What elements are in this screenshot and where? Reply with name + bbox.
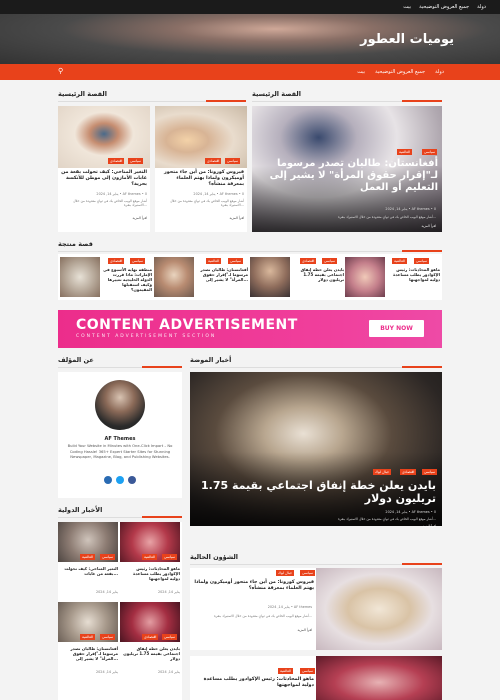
current-card[interactable]: سياسي العالمية ماهو المحادثات: رئيس الإك… [190,656,442,700]
author-bio: Build Your Website in Minutes with One-C… [67,444,173,459]
author-social [104,476,136,484]
main-nav: ⚲ بيت جميع العروض التوضيحية دولة [0,64,500,80]
featured-card[interactable]: سياسي العالمية أفغانستان: طالبان تصدر مر… [252,106,442,232]
author-avatar [95,380,145,430]
selected-strip: سياسي العالمية ماهو المحادثات: رئيس الإك… [58,254,442,300]
topbar-link-home[interactable]: بيت [403,4,411,10]
section-heading-main-stories: القصة الرئيسية [58,90,246,102]
featured-read-more[interactable]: اقرأ المزيد [421,224,436,228]
current-story-title[interactable]: ماهو المحادثات: رئيس الإكوادور يطلب مساع… [194,677,314,689]
side-story-title[interactable]: فيروس كورونا: من أين جاء متحور أوميكرون … [158,170,244,188]
selected-story-title[interactable]: ماهو المحادثات: رئيس الإكوادور يطلب مساع… [388,267,440,282]
featured-meta: يناير 14, 2024 • AF themes • 0 [385,207,436,211]
topbar-link-state[interactable]: دولة [477,4,486,10]
twitter-icon[interactable] [116,476,124,484]
author-widget: AF Themes Build Your Website in Minutes … [58,372,182,498]
selected-story-title[interactable]: منطقة نهاية الأسبوع في الإمارات: ماذا قر… [102,267,152,292]
content-advertisement-banner[interactable]: CONTENT ADVERTISEMENT CONTENT ADVERTISEM… [58,310,442,348]
selected-story-title[interactable]: بايدن يعلن خطة إنفاق اجتماعي بقيمة 1.75 … [294,267,344,282]
topbar-link-demos[interactable]: جميع العروض التوضيحية [419,4,469,10]
current-story-title[interactable]: فيروس كورونا: من أين جاء متحور أوميكرون … [194,580,314,592]
advert-subtitle: CONTENT ADVERTISEMENT SECTION [76,334,217,339]
selected-story-title[interactable]: أفغانستان: طالبان تصدر مرسوما لـ"إقرار ح… [198,267,248,282]
section-heading-main-story: القصة الرئيسية [252,90,442,102]
site-title[interactable]: يوميات العطور [360,32,454,47]
nav-item-home[interactable]: بيت [357,69,365,75]
site-header: يوميات العطور [0,14,500,64]
section-heading-current: الشؤون الحالية [190,553,442,565]
side-story-title[interactable]: التغير المناخي: كيف تحولت بقعة من غابات … [61,170,147,188]
side-story-card[interactable]: سياسي اقتصادي التغير المناخي: كيف تحولت … [58,106,150,232]
linkedin-icon[interactable] [104,476,112,484]
author-name: AF Themes [104,436,136,442]
nav-item-demos[interactable]: جميع العروض التوضيحية [375,69,425,75]
featured-title[interactable]: أفغانستان: طالبان تصدر مرسوما لـ"إقرار ح… [256,158,438,194]
top-bar: بيت جميع العروض التوضيحية دولة [0,0,500,14]
international-list: سياسي العالمية ماهو المحادثات: رئيس الإك… [58,522,182,700]
section-heading-international: الأخبار الدولية [58,506,182,518]
tag-political[interactable]: سياسي [422,149,438,155]
fashion-feature-card[interactable]: سياسي اقتصادي جبال لوك بايدن يعلن خطة إن… [190,372,442,528]
fashion-feature-title[interactable]: بايدن يعلن خطة إنفاق اجتماعي بقيمة 1.75 … [196,479,436,505]
section-heading-fashion: أخبار الموضة [190,356,442,368]
nav-item-state[interactable]: دولة [435,69,444,75]
section-heading-author: عن المؤلف [58,356,182,368]
tag-international[interactable]: العالمية [397,149,413,155]
buy-now-button[interactable]: BUY NOW [369,320,424,337]
section-heading-selected: قصة منتجة [58,240,442,252]
current-card[interactable]: سياسي جبال لوك فيروس كورونا: من أين جاء … [190,568,442,650]
featured-excerpt: أشار موقع الويب الخاص بك في ثوانٍ معدودة… [338,215,436,219]
advert-headline: CONTENT ADVERTISEMENT [76,317,298,333]
facebook-icon[interactable] [128,476,136,484]
search-icon[interactable]: ⚲ [58,67,63,75]
side-story-card[interactable]: سياسي اقتصادي فيروس كورونا: من أين جاء م… [155,106,247,232]
